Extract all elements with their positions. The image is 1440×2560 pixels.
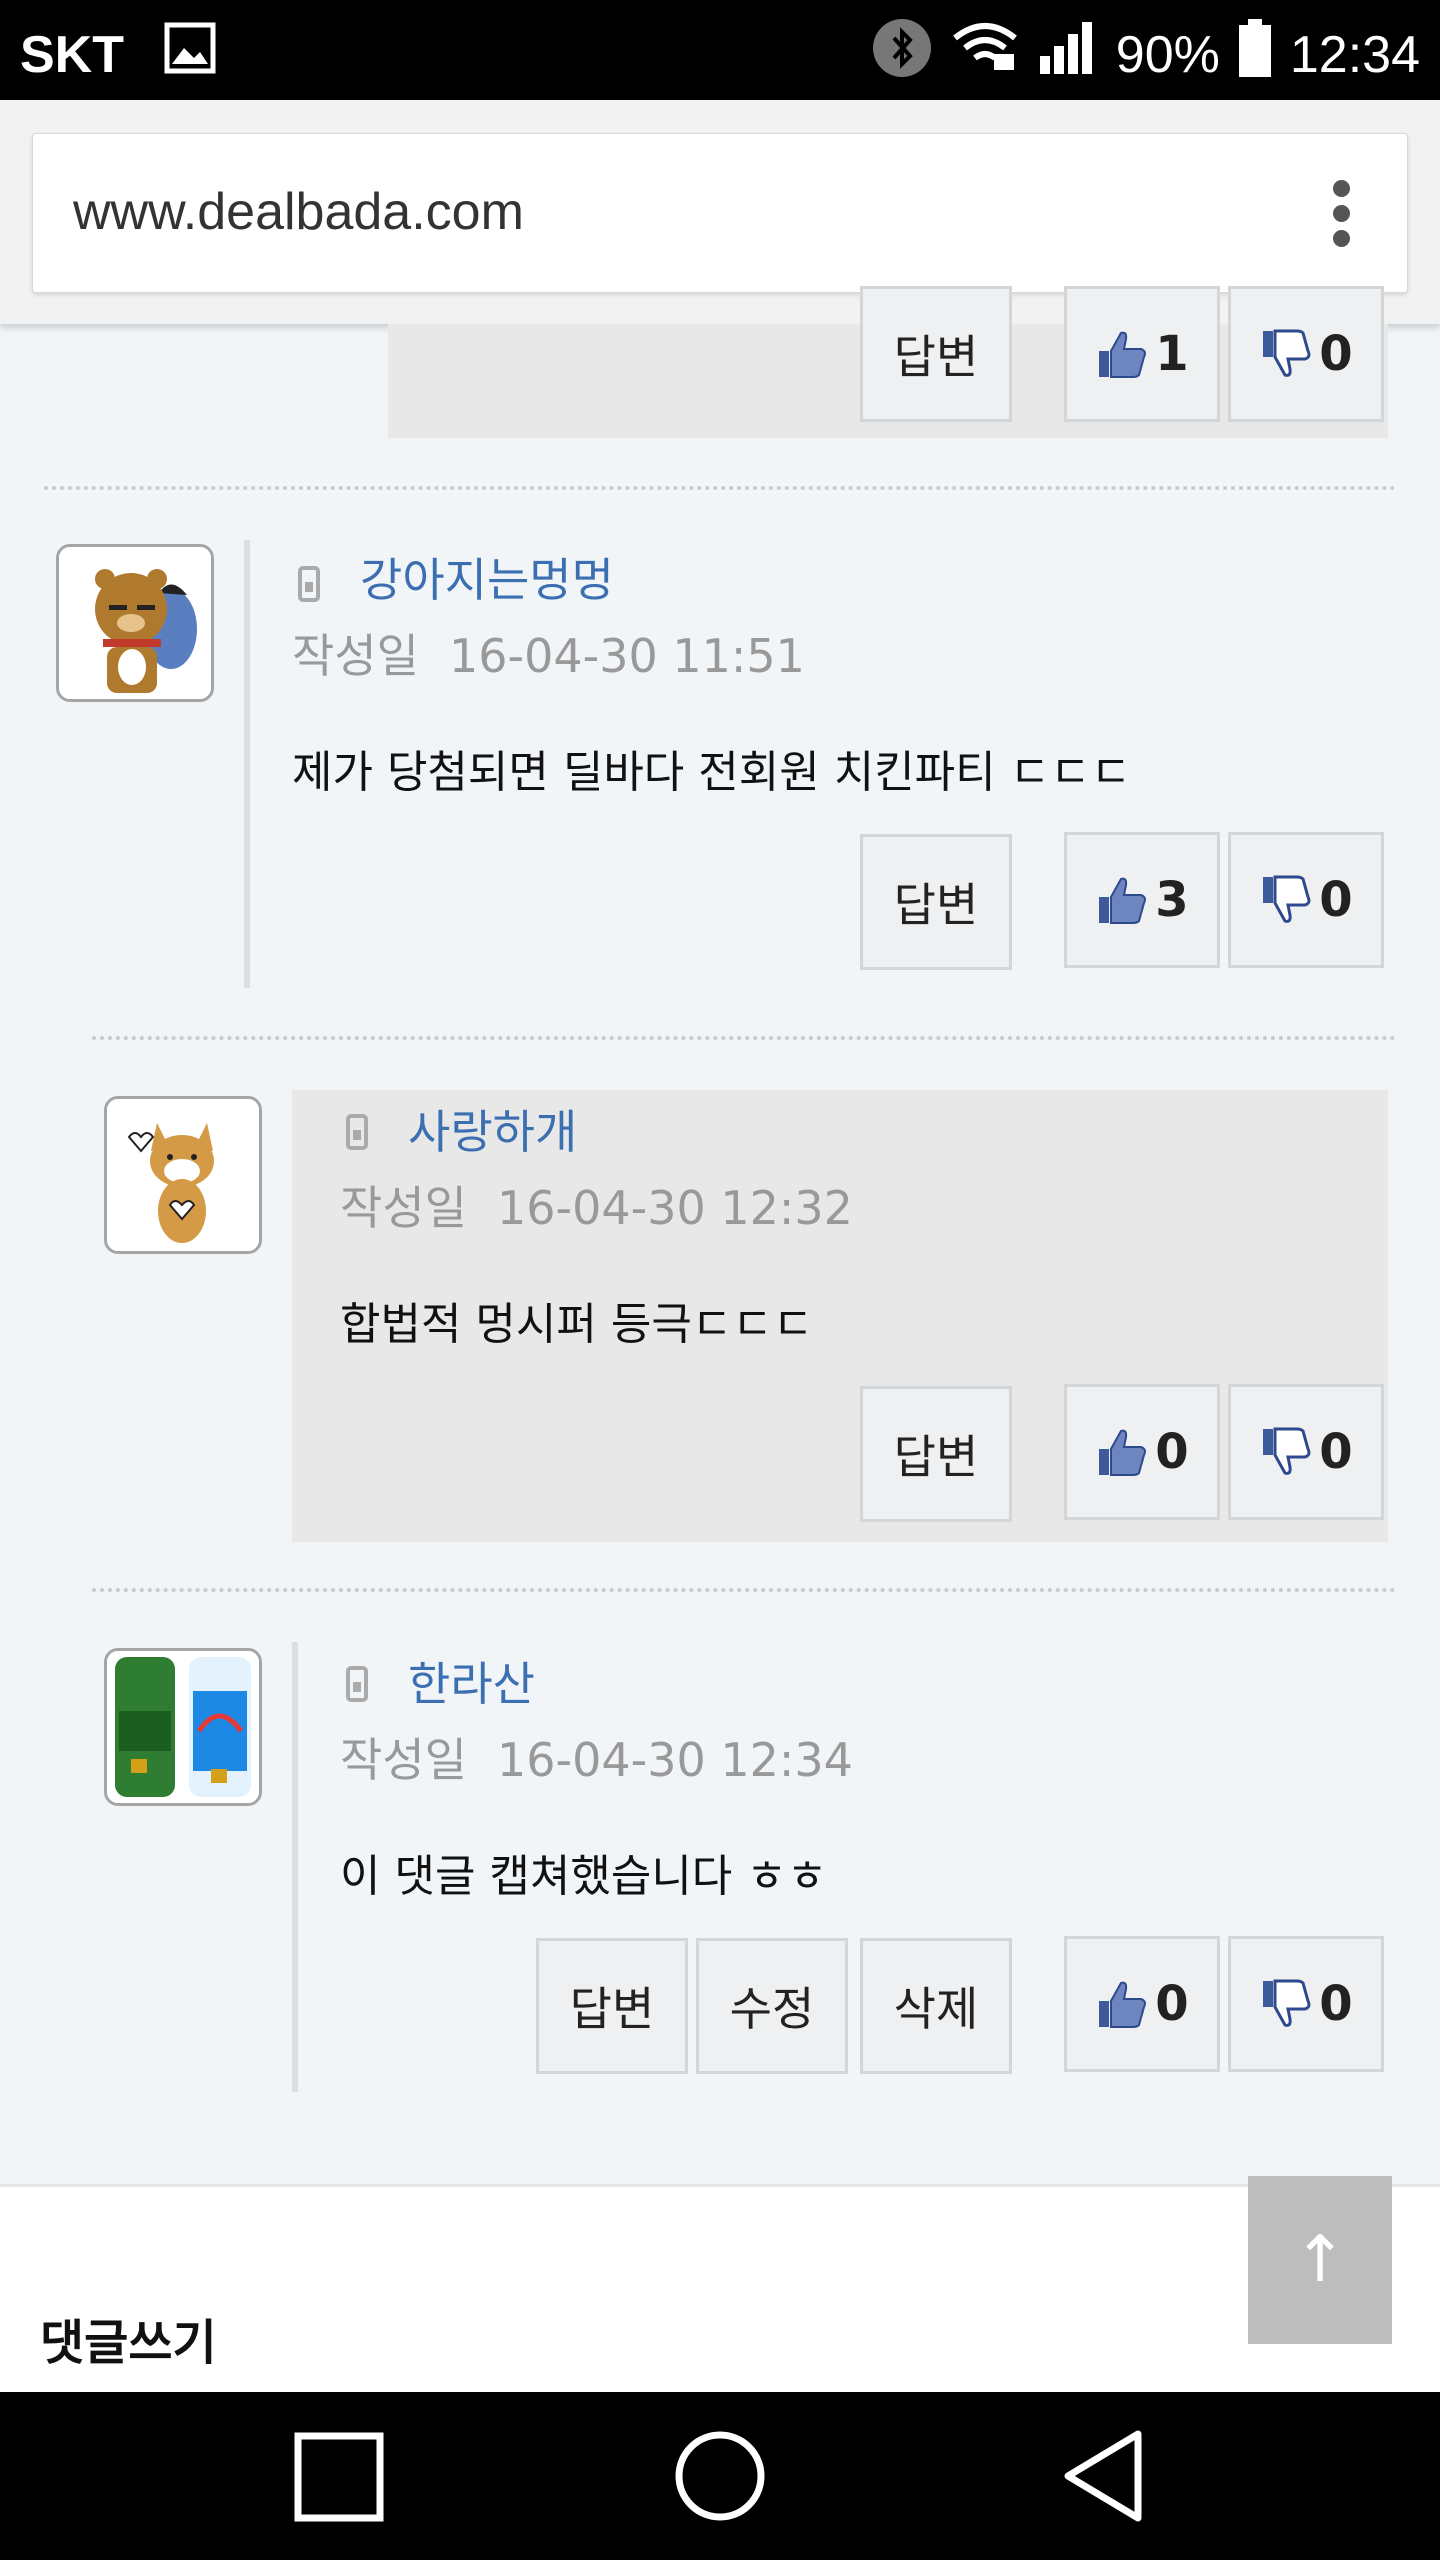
comment-write-section: 댓글쓰기	[0, 2184, 1440, 2395]
thumbs-up-icon	[1099, 1981, 1147, 2028]
reply-button[interactable]: 답변	[860, 1386, 1012, 1522]
avatar[interactable]	[56, 544, 214, 702]
mobile-icon	[346, 1114, 368, 1150]
author-name[interactable]: 강아지는멍멍	[360, 544, 614, 610]
scroll-to-top-button[interactable]: ↑	[1248, 2176, 1392, 2344]
battery-icon	[1238, 19, 1272, 90]
thumbs-up-icon	[1099, 331, 1147, 378]
comment-indent-line	[244, 540, 250, 988]
avatar[interactable]	[104, 1096, 262, 1254]
avatar[interactable]	[104, 1648, 262, 1806]
thumbs-up-icon	[1099, 1429, 1147, 1476]
thumbs-down-icon	[1263, 1427, 1311, 1475]
reply-button[interactable]: 답변	[860, 834, 1012, 970]
overflow-menu-icon[interactable]	[1333, 180, 1353, 248]
delete-button[interactable]: 삭제	[860, 1938, 1012, 2074]
mobile-icon	[346, 1666, 368, 1702]
image-notification-icon	[164, 22, 216, 87]
bear-character-icon	[59, 547, 211, 699]
dislike-button[interactable]: 0	[1228, 286, 1384, 422]
divider	[44, 486, 1396, 490]
thumbs-up-icon	[1099, 877, 1147, 924]
dislike-button[interactable]: 0	[1228, 832, 1384, 968]
like-button[interactable]: 1	[1064, 286, 1220, 422]
wifi-icon	[950, 20, 1020, 89]
write-comment-title: 댓글쓰기	[40, 2315, 217, 2371]
comment-text: 제가 당첨되면 딜바다 전회원 치킨파티 ㄷㄷㄷ	[292, 747, 1132, 798]
comment-date: 작성일 16-04-30 12:32	[340, 1181, 853, 1235]
divider	[92, 1036, 1396, 1040]
reply-button[interactable]: 답변	[536, 1938, 688, 2074]
edit-button[interactable]: 수정	[696, 1938, 848, 2074]
carrier-label: SKT	[20, 25, 124, 84]
dislike-button[interactable]: 0	[1228, 1936, 1384, 2072]
arrow-up-icon: ↑	[1293, 2223, 1347, 2297]
like-button[interactable]: 3	[1064, 832, 1220, 968]
reply-button[interactable]: 답변	[860, 286, 1012, 422]
mobile-icon	[298, 566, 320, 602]
comment-text: 합법적 멍시퍼 등극ㄷㄷㄷ	[340, 1299, 814, 1350]
thumbs-down-icon	[1263, 875, 1311, 923]
status-bar: SKT 90% 12:34	[0, 0, 1440, 100]
comment-date: 작성일 16-04-30 12:34	[340, 1733, 853, 1787]
author-name[interactable]: 한라산	[408, 1648, 535, 1714]
clock: 12:34	[1289, 25, 1420, 84]
thumbs-down-icon	[1263, 329, 1311, 377]
address-bar[interactable]: www.dealbada.com	[32, 133, 1408, 293]
comment-indent-line	[292, 1642, 298, 2092]
comment-date: 작성일 16-04-30 11:51	[292, 629, 805, 683]
dog-character-icon	[107, 1099, 259, 1251]
signal-icon	[1038, 20, 1098, 89]
author-name[interactable]: 사랑하개	[408, 1096, 577, 1162]
url-text[interactable]: www.dealbada.com	[73, 182, 524, 242]
browser-toolbar: www.dealbada.com	[0, 100, 1440, 324]
thumbs-down-icon	[1263, 1979, 1311, 2027]
divider	[92, 1588, 1396, 1592]
back-icon[interactable]	[1060, 2428, 1144, 2524]
soju-bottles-icon	[107, 1651, 259, 1803]
battery-percent: 90%	[1115, 25, 1220, 84]
like-button[interactable]: 0	[1064, 1936, 1220, 2072]
dislike-button[interactable]: 0	[1228, 1384, 1384, 1520]
home-icon[interactable]	[674, 2430, 766, 2522]
recent-apps-icon[interactable]	[294, 2432, 384, 2522]
bluetooth-icon	[872, 18, 932, 91]
comment-text: 이 댓글 캡쳐했습니다 ㅎㅎ	[340, 1851, 828, 1902]
like-button[interactable]: 0	[1064, 1384, 1220, 1520]
navigation-bar	[0, 2392, 1440, 2560]
